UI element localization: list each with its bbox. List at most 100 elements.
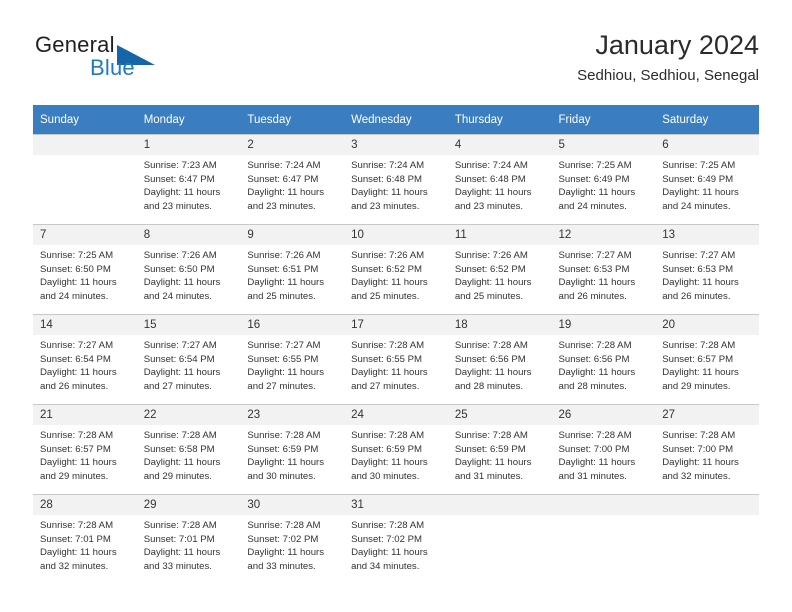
calendar-day-cell[interactable]: 20 Sunrise: 7:28 AM Sunset: 6:57 PM Dayligh…: [655, 314, 759, 404]
day-cell-inner: 11 Sunrise: 7:26 AM Sunset: 6:52 PM Dayligh…: [447, 224, 552, 314]
day-cell-inner: 27 Sunrise: 7:28 AM Sunset: 7:00 PM Dayligh…: [655, 404, 759, 494]
daylight-line-1: Daylight: 11 hours: [454, 367, 532, 379]
daylight-line-2: and 26 minutes.: [662, 290, 731, 302]
day-number: 6: [655, 135, 759, 155]
page-title: January 2024: [595, 30, 759, 60]
day-cell-inner: 16 Sunrise: 7:27 AM Sunset: 6:55 PM Dayligh…: [240, 314, 345, 404]
day-cell-inner: 7 Sunrise: 7:25 AM Sunset: 6:50 PM Daylight…: [33, 224, 137, 314]
calendar-day-cell[interactable]: 17 Sunrise: 7:28 AM Sunset: 6:55 PM Dayligh…: [344, 314, 448, 404]
weekday-header-tuesday: Tuesday: [240, 105, 345, 134]
sunrise-time: Sunrise: 7:28 AM: [558, 340, 632, 351]
calendar-day-cell[interactable]: 3 Sunrise: 7:24 AM Sunset: 6:48 PM Daylight…: [344, 134, 448, 224]
daylight-line-2: and 27 minutes.: [143, 380, 212, 392]
sunset-time: Sunset: 6:55 PM: [247, 353, 319, 365]
calendar-day-cell[interactable]: 7 Sunrise: 7:25 AM Sunset: 6:50 PM Daylight…: [33, 224, 137, 314]
calendar-day-cell[interactable]: 6 Sunrise: 7:25 AM Sunset: 6:49 PM Daylight…: [655, 134, 759, 224]
sunrise-time: Sunrise: 7:24 AM: [351, 160, 425, 171]
calendar-day-cell[interactable]: 16 Sunrise: 7:27 AM Sunset: 6:55 PM Dayligh…: [240, 314, 345, 404]
day-number: 28: [33, 495, 137, 515]
calendar-day-cell[interactable]: 23 Sunrise: 7:28 AM Sunset: 6:59 PM Dayligh…: [240, 404, 345, 494]
daylight-line-2: and 29 minutes.: [662, 380, 731, 392]
day-number: 31: [344, 495, 448, 515]
daylight-line-2: and 33 minutes.: [247, 560, 316, 572]
day-sun-info: Sunrise: 7:24 AM Sunset: 6:48 PM Daylight:…: [448, 155, 552, 213]
day-sun-info: Sunrise: 7:23 AM Sunset: 6:47 PM Daylight:…: [137, 155, 241, 213]
daylight-line-1: Daylight: 11 hours: [558, 457, 636, 469]
day-cell-inner: 5 Sunrise: 7:25 AM Sunset: 6:49 PM Daylight…: [551, 134, 656, 224]
calendar-day-cell[interactable]: 11 Sunrise: 7:26 AM Sunset: 6:52 PM Dayligh…: [447, 224, 552, 314]
day-number: 1: [136, 135, 241, 155]
calendar-day-cell[interactable]: 19 Sunrise: 7:28 AM Sunset: 6:56 PM Dayligh…: [551, 314, 656, 404]
day-cell-inner: 25 Sunrise: 7:28 AM Sunset: 6:59 PM Dayligh…: [447, 404, 552, 494]
calendar-day-cell[interactable]: 2 Sunrise: 7:24 AM Sunset: 6:47 PM Daylight…: [240, 134, 345, 224]
calendar-day-cell[interactable]: 12 Sunrise: 7:27 AM Sunset: 6:53 PM Dayligh…: [551, 224, 656, 314]
sunset-time: Sunset: 6:59 PM: [454, 443, 526, 455]
day-sun-info: Sunrise: 7:26 AM Sunset: 6:50 PM Daylight:…: [137, 245, 241, 303]
weekday-header-monday: Monday: [136, 105, 241, 134]
daylight-line-1: Daylight: 11 hours: [247, 457, 325, 469]
daylight-line-1: Daylight: 11 hours: [143, 457, 221, 469]
calendar-day-cell[interactable]: 30 Sunrise: 7:28 AM Sunset: 7:02 PM Dayligh…: [240, 494, 345, 584]
day-number: 4: [447, 135, 552, 155]
daylight-line-1: Daylight: 11 hours: [143, 367, 221, 379]
calendar-day-cell[interactable]: 24 Sunrise: 7:28 AM Sunset: 6:59 PM Dayligh…: [344, 404, 448, 494]
day-number: 29: [136, 495, 241, 515]
day-sun-info: Sunrise: 7:24 AM Sunset: 6:47 PM Daylight:…: [240, 155, 344, 213]
calendar-day-cell[interactable]: 5 Sunrise: 7:25 AM Sunset: 6:49 PM Daylight…: [551, 134, 656, 224]
calendar-day-cell[interactable]: 15 Sunrise: 7:27 AM Sunset: 6:54 PM Dayligh…: [136, 314, 241, 404]
weekday-header-friday: Friday: [551, 105, 656, 134]
calendar-day-cell[interactable]: 8 Sunrise: 7:26 AM Sunset: 6:50 PM Daylight…: [136, 224, 241, 314]
day-cell-inner: [447, 494, 552, 584]
day-number: 25: [447, 405, 552, 425]
sunset-time: Sunset: 6:54 PM: [40, 353, 111, 365]
day-cell-inner: 24 Sunrise: 7:28 AM Sunset: 6:59 PM Dayligh…: [344, 404, 448, 494]
day-number: 5: [551, 135, 656, 155]
day-sun-info: Sunrise: 7:25 AM Sunset: 6:49 PM Daylight:…: [655, 155, 759, 213]
day-sun-info: Sunrise: 7:27 AM Sunset: 6:54 PM Daylight:…: [137, 335, 241, 393]
calendar-day-cell[interactable]: 4 Sunrise: 7:24 AM Sunset: 6:48 PM Daylight…: [447, 134, 552, 224]
sunset-time: Sunset: 6:48 PM: [454, 173, 526, 185]
day-sun-info: Sunrise: 7:28 AM Sunset: 6:56 PM Daylight:…: [448, 335, 552, 393]
calendar-day-cell[interactable]: 27 Sunrise: 7:28 AM Sunset: 7:00 PM Dayligh…: [655, 404, 759, 494]
day-sun-info: Sunrise: 7:28 AM Sunset: 6:56 PM Daylight:…: [552, 335, 656, 393]
calendar-day-cell[interactable]: 10 Sunrise: 7:26 AM Sunset: 6:52 PM Dayligh…: [344, 224, 448, 314]
day-number: [447, 495, 552, 515]
daylight-line-1: Daylight: 11 hours: [558, 367, 636, 379]
brand-logo[interactable]: General Blue: [35, 32, 215, 90]
daylight-line-2: and 30 minutes.: [247, 470, 316, 482]
calendar-day-cell[interactable]: 28 Sunrise: 7:28 AM Sunset: 7:01 PM Dayligh…: [33, 494, 137, 584]
sunrise-time: Sunrise: 7:28 AM: [247, 520, 321, 531]
weekday-header-saturday: Saturday: [655, 105, 759, 134]
calendar-day-cell[interactable]: 25 Sunrise: 7:28 AM Sunset: 6:59 PM Dayligh…: [447, 404, 552, 494]
calendar-day-cell[interactable]: 26 Sunrise: 7:28 AM Sunset: 7:00 PM Dayligh…: [551, 404, 656, 494]
calendar-week-row: 1 Sunrise: 7:23 AM Sunset: 6:47 PM Daylight…: [33, 134, 759, 224]
sunrise-time: Sunrise: 7:28 AM: [558, 430, 632, 441]
day-cell-inner: 20 Sunrise: 7:28 AM Sunset: 6:57 PM Dayligh…: [655, 314, 759, 404]
calendar-day-cell[interactable]: 1 Sunrise: 7:23 AM Sunset: 6:47 PM Daylight…: [136, 134, 241, 224]
day-cell-inner: 1 Sunrise: 7:23 AM Sunset: 6:47 PM Daylight…: [136, 134, 241, 224]
calendar-day-cell[interactable]: 9 Sunrise: 7:26 AM Sunset: 6:51 PM Daylight…: [240, 224, 345, 314]
day-cell-inner: 31 Sunrise: 7:28 AM Sunset: 7:02 PM Dayligh…: [344, 494, 448, 584]
daylight-line-1: Daylight: 11 hours: [247, 547, 325, 559]
sunrise-time: Sunrise: 7:27 AM: [247, 340, 321, 351]
daylight-line-1: Daylight: 11 hours: [143, 547, 221, 559]
calendar-day-cell[interactable]: 29 Sunrise: 7:28 AM Sunset: 7:01 PM Dayligh…: [136, 494, 241, 584]
calendar-day-cell[interactable]: 13 Sunrise: 7:27 AM Sunset: 6:53 PM Dayligh…: [655, 224, 759, 314]
calendar-day-cell[interactable]: 14 Sunrise: 7:27 AM Sunset: 6:54 PM Dayligh…: [33, 314, 137, 404]
sunrise-time: Sunrise: 7:28 AM: [247, 430, 321, 441]
day-number: [655, 495, 759, 515]
sunrise-time: Sunrise: 7:27 AM: [143, 340, 217, 351]
calendar-day-cell[interactable]: 22 Sunrise: 7:28 AM Sunset: 6:58 PM Dayligh…: [136, 404, 241, 494]
sunset-time: Sunset: 7:02 PM: [351, 533, 423, 545]
day-sun-info: Sunrise: 7:26 AM Sunset: 6:52 PM Daylight:…: [448, 245, 552, 303]
daylight-line-1: Daylight: 11 hours: [247, 187, 325, 199]
calendar-day-cell[interactable]: 31 Sunrise: 7:28 AM Sunset: 7:02 PM Dayligh…: [344, 494, 448, 584]
day-cell-inner: 18 Sunrise: 7:28 AM Sunset: 6:56 PM Dayligh…: [447, 314, 552, 404]
day-number: 8: [136, 225, 241, 245]
calendar-day-cell[interactable]: 18 Sunrise: 7:28 AM Sunset: 6:56 PM Dayligh…: [447, 314, 552, 404]
day-sun-info: Sunrise: 7:28 AM Sunset: 7:01 PM Daylight:…: [33, 515, 137, 573]
calendar-day-cell[interactable]: 21 Sunrise: 7:28 AM Sunset: 6:57 PM Dayligh…: [33, 404, 137, 494]
day-cell-inner: 22 Sunrise: 7:28 AM Sunset: 6:58 PM Dayligh…: [136, 404, 241, 494]
daylight-line-2: and 34 minutes.: [351, 560, 420, 572]
title-block: January 2024 Sedhiou, Sedhiou, Senegal: [577, 28, 759, 87]
